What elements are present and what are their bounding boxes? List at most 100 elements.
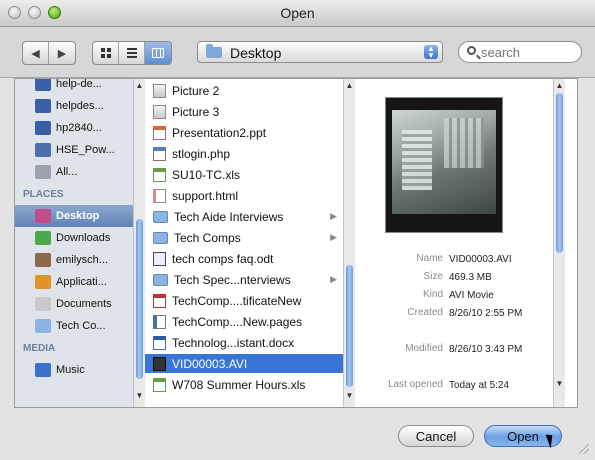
sidebar-item-label: help-de... xyxy=(56,79,102,90)
file-list-item[interactable]: VID00003.AVI xyxy=(145,354,343,373)
file-column-scroll-thumb[interactable] xyxy=(346,265,353,387)
preview-scrollbar[interactable]: ▲ ▼ xyxy=(553,79,565,407)
info-row: Last opened Today at 5:24 xyxy=(355,379,551,397)
file-list-item[interactable]: W708 Summer Hours.xls xyxy=(145,375,343,394)
back-button[interactable]: ◀ xyxy=(23,42,49,64)
scroll-up-arrow-icon[interactable]: ▲ xyxy=(554,81,565,90)
sidebar-item-all[interactable]: All... xyxy=(15,161,133,183)
file-list-item[interactable]: Tech Spec...nterviews ▶ xyxy=(145,270,343,289)
file-name: Picture 2 xyxy=(172,83,220,98)
icon-view-button[interactable] xyxy=(93,42,119,64)
sidebar-item-label: Applicati... xyxy=(56,276,107,288)
sidebar-item-label: Documents xyxy=(56,298,112,310)
file-name: support.html xyxy=(172,188,239,203)
column-view-icon xyxy=(152,48,164,58)
sidebar-scroll-thumb[interactable] xyxy=(136,219,143,379)
scroll-down-arrow-icon[interactable]: ▼ xyxy=(554,379,565,388)
preview-scroll-thumb[interactable] xyxy=(556,93,563,253)
sidebar-item-label: helpdes... xyxy=(56,100,104,112)
file-name: tech comps faq.odt xyxy=(172,251,274,266)
display-icon xyxy=(35,79,51,91)
ppt-file-icon xyxy=(153,125,166,140)
folder-icon xyxy=(153,231,168,244)
applications-icon xyxy=(35,275,51,289)
sidebar-item-applicati[interactable]: Applicati... xyxy=(15,271,133,293)
scroll-up-arrow-icon[interactable]: ▲ xyxy=(134,81,145,90)
file-list-item[interactable]: Technolog...istant.docx xyxy=(145,333,343,352)
file-column: Picture 2 Picture 3 Presentation2.ppt stlog… xyxy=(145,79,355,407)
window-title: Open xyxy=(280,5,315,21)
info-row: Size 469.3 MB xyxy=(355,271,551,289)
info-key: Kind xyxy=(422,289,443,300)
forward-arrow-icon: ▶ xyxy=(57,47,67,60)
info-value: 8/26/10 3:43 PM xyxy=(449,344,523,355)
file-list-item[interactable]: Picture 2 xyxy=(145,81,343,100)
resize-grip-icon[interactable] xyxy=(579,444,589,454)
docx-file-icon xyxy=(153,335,166,350)
xls-file-icon xyxy=(153,377,166,392)
sidebar-item-hse-pow[interactable]: HSE_Pow... xyxy=(15,139,133,161)
column-view-button[interactable] xyxy=(145,42,171,64)
file-list-item[interactable]: Tech Comps ▶ xyxy=(145,228,343,247)
odt-file-icon xyxy=(153,251,166,266)
info-row: Name VID00003.AVI xyxy=(355,253,551,271)
file-list-item[interactable]: tech comps faq.odt xyxy=(145,249,343,268)
sidebar-scrollbar[interactable]: ▲ ▼ xyxy=(133,79,145,407)
file-list-item[interactable]: Presentation2.ppt xyxy=(145,123,343,142)
sidebar-item-desktop[interactable]: Desktop xyxy=(15,205,133,227)
file-name: TechComp....tificateNew xyxy=(172,293,302,308)
file-list-item[interactable]: Tech Aide Interviews ▶ xyxy=(145,207,343,226)
info-value: Today at 5:24 xyxy=(449,380,510,391)
list-view-icon xyxy=(126,46,137,60)
video-thumbnail xyxy=(385,97,503,233)
sidebar-item-helpdes[interactable]: helpdes... xyxy=(15,95,133,117)
file-name: VID00003.AVI xyxy=(172,356,248,371)
file-list-item[interactable]: SU10-TC.xls xyxy=(145,165,343,184)
sidebar-item-music[interactable]: Music xyxy=(15,359,133,381)
downloads-icon xyxy=(35,231,51,245)
scroll-down-arrow-icon[interactable]: ▼ xyxy=(344,391,355,400)
cancel-button[interactable]: Cancel xyxy=(398,425,474,447)
info-key: Modified xyxy=(405,343,443,354)
file-name: Tech Spec...nterviews xyxy=(174,272,291,287)
info-key: Size xyxy=(423,271,443,282)
file-name: Tech Aide Interviews xyxy=(174,209,284,224)
disclosure-arrow-icon: ▶ xyxy=(330,232,337,242)
folder-icon xyxy=(206,44,222,58)
sidebar-item-label: emilysch... xyxy=(56,254,108,266)
location-popup[interactable]: Desktop ▲ ▼ xyxy=(197,41,443,63)
sidebar-item-documents[interactable]: Documents xyxy=(15,293,133,315)
folder-icon xyxy=(35,319,51,333)
sidebar-item-emilysch[interactable]: emilysch... xyxy=(15,249,133,271)
sidebar-item-downloads[interactable]: Downloads xyxy=(15,227,133,249)
title-bar: Open xyxy=(0,0,595,27)
scroll-up-arrow-icon[interactable]: ▲ xyxy=(344,81,355,90)
file-name: Picture 3 xyxy=(172,104,220,119)
search-input[interactable] xyxy=(481,44,575,60)
scroll-down-arrow-icon[interactable]: ▼ xyxy=(134,391,145,400)
sidebar-item-hp2840[interactable]: hp2840... xyxy=(15,117,133,139)
sidebar-item-tech-co[interactable]: Tech Co... xyxy=(15,315,133,337)
sidebar-item-help-de[interactable]: help-de... xyxy=(15,79,133,95)
file-list-item[interactable]: support.html xyxy=(145,186,343,205)
search-field[interactable] xyxy=(458,41,582,63)
file-list-item[interactable]: Picture 3 xyxy=(145,102,343,121)
file-list-item[interactable]: TechComp....New.pages xyxy=(145,312,343,331)
info-row: Modified 8/26/10 3:43 PM xyxy=(355,343,551,361)
file-column-scrollbar[interactable]: ▲ ▼ xyxy=(343,79,355,407)
file-list-item[interactable]: stlogin.php xyxy=(145,144,343,163)
display-icon xyxy=(35,121,51,135)
file-list-item[interactable]: TechComp....tificateNew xyxy=(145,291,343,310)
forward-button[interactable]: ▶ xyxy=(49,42,75,64)
file-name: Technolog...istant.docx xyxy=(172,335,295,350)
toolbar: ◀ ▶ Desktop ▲ ▼ xyxy=(0,27,595,78)
media-header: MEDIA xyxy=(23,343,56,354)
info-value: 8/26/10 2:55 PM xyxy=(449,308,523,319)
pdf-file-icon xyxy=(153,293,166,308)
list-view-button[interactable] xyxy=(119,42,145,64)
sidebar-item-label: Tech Co... xyxy=(56,320,106,332)
sidebar: help-de... helpdes... hp2840... HSE_Pow... A… xyxy=(15,79,145,407)
folder-icon xyxy=(153,273,168,286)
php-file-icon xyxy=(153,146,166,161)
home-icon xyxy=(35,253,51,267)
